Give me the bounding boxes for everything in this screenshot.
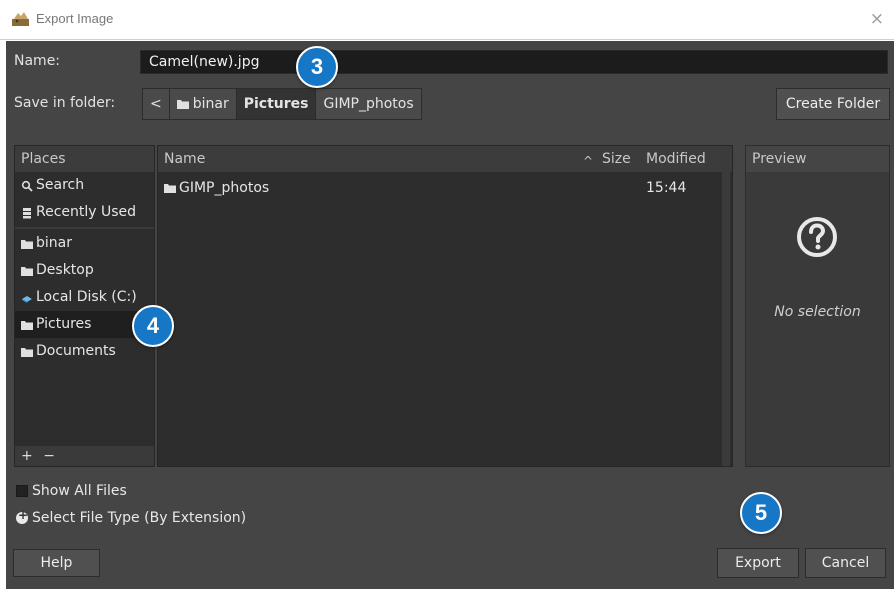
- show-all-files-label: Show All Files: [32, 483, 127, 499]
- path-segment-gimp-photos[interactable]: GIMP_photos: [316, 89, 421, 119]
- no-selection-text: No selection: [774, 304, 861, 320]
- window-title: Export Image: [36, 11, 114, 26]
- file-name: GIMP_photos: [179, 180, 270, 196]
- sort-ascending-icon[interactable]: ^: [583, 148, 593, 174]
- create-folder-button[interactable]: Create Folder: [776, 88, 890, 120]
- place-documents[interactable]: Documents: [15, 338, 154, 365]
- folder-icon: [21, 239, 33, 249]
- place-recently-used[interactable]: Recently Used: [15, 199, 154, 226]
- file-list-header: Name ^ Size Modified: [158, 146, 732, 172]
- place-desktop[interactable]: Desktop: [15, 257, 154, 284]
- drive-icon: [22, 295, 32, 303]
- place-label: Local Disk (C:): [36, 289, 137, 305]
- gimp-icon: [12, 12, 29, 26]
- expand-icon: [16, 508, 28, 524]
- file-list-scrollbar[interactable]: [722, 146, 730, 466]
- close-icon[interactable]: ×: [870, 9, 884, 29]
- folder-icon: [164, 184, 176, 193]
- place-label: Desktop: [36, 262, 94, 278]
- path-segment-label: GIMP_photos: [323, 96, 414, 112]
- place-binar[interactable]: binar: [15, 230, 154, 257]
- place-label: Recently Used: [36, 204, 137, 220]
- path-segment-pictures[interactable]: Pictures: [236, 89, 317, 119]
- column-size[interactable]: Size: [602, 146, 631, 172]
- file-type-expander[interactable]: Select File Type (By Extension): [16, 508, 247, 526]
- column-modified[interactable]: Modified: [646, 146, 706, 172]
- file-type-label: Select File Type (By Extension): [32, 510, 247, 526]
- save-in-folder-label: Save in folder:: [14, 95, 116, 111]
- recent-icon: [23, 207, 31, 218]
- path-back-button[interactable]: <: [143, 89, 170, 119]
- help-button[interactable]: Help: [13, 549, 100, 577]
- title-bar: Export Image ×: [0, 0, 894, 40]
- callout-badge-4: 4: [132, 305, 174, 347]
- question-icon: [797, 217, 837, 257]
- places-footer: + −: [15, 446, 154, 466]
- path-bar: < binar Pictures GIMP_photos: [142, 88, 422, 120]
- place-label: Pictures: [36, 316, 92, 332]
- place-search[interactable]: Search: [15, 172, 154, 199]
- folder-icon: [21, 266, 33, 276]
- column-name[interactable]: Name: [164, 146, 205, 172]
- filename-input[interactable]: Camel(new).jpg: [140, 50, 888, 74]
- path-segment-binar[interactable]: binar: [169, 89, 237, 119]
- folder-icon: [21, 320, 33, 330]
- callout-badge-5: 5: [740, 492, 782, 534]
- folder-icon: [176, 100, 189, 109]
- places-separator: [15, 227, 154, 229]
- place-local-disk[interactable]: Local Disk (C:): [15, 284, 154, 311]
- path-segment-label: binar: [192, 96, 229, 112]
- file-row[interactable]: GIMP_photos 15:44: [158, 176, 720, 200]
- show-all-files-checkbox[interactable]: [16, 485, 28, 497]
- places-header: Places: [15, 146, 154, 172]
- place-label: Search: [36, 177, 85, 193]
- export-button[interactable]: Export: [717, 548, 799, 578]
- cancel-button[interactable]: Cancel: [805, 548, 886, 578]
- callout-badge-3: 3: [296, 46, 338, 88]
- path-segment-label: Pictures: [243, 96, 309, 112]
- name-label: Name:: [14, 53, 61, 69]
- places-panel: Places Search Recently Used binar Deskto…: [14, 145, 155, 467]
- search-icon: [21, 180, 33, 192]
- preview-header: Preview: [746, 146, 889, 172]
- show-all-files-option[interactable]: Show All Files: [16, 483, 127, 499]
- place-label: Documents: [36, 343, 116, 359]
- file-list-panel: Name ^ Size Modified GIMP_photos 15:44: [157, 145, 733, 467]
- remove-bookmark-button[interactable]: −: [43, 448, 55, 464]
- file-modified: 15:44: [646, 180, 687, 196]
- preview-panel: Preview No selection: [745, 145, 890, 467]
- chevron-left-icon: <: [150, 96, 162, 112]
- folder-icon: [21, 347, 33, 357]
- place-label: binar: [36, 235, 72, 251]
- add-bookmark-button[interactable]: +: [21, 448, 33, 464]
